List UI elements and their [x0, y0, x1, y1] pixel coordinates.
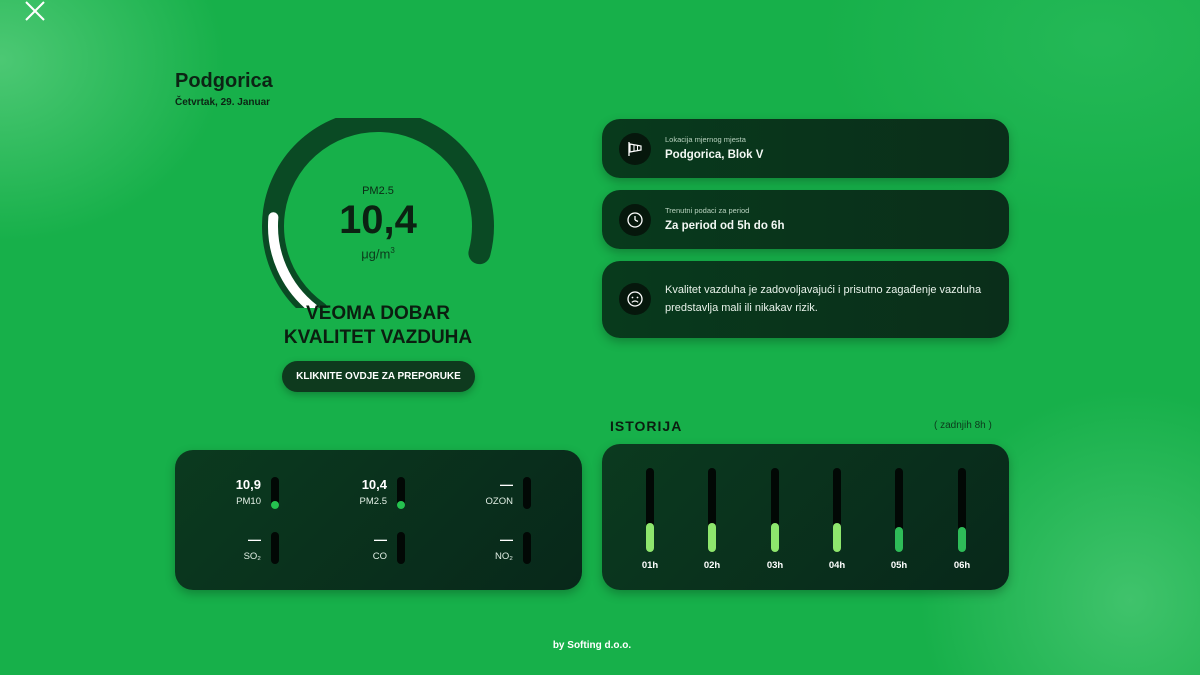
pollutant-value: — — [248, 532, 261, 547]
date-label: Četvrtak, 29. Januar — [175, 97, 271, 108]
pollutant-name: OZON — [485, 496, 513, 507]
close-icon — [25, 1, 45, 21]
quality-status: VEOMA DOBAR KVALITET VAZDUHA — [258, 302, 498, 350]
pollutant-bar — [271, 532, 279, 564]
pollutant-value: — — [374, 532, 387, 547]
close-button[interactable] — [24, 0, 46, 22]
history-hour-label: 04h — [828, 560, 846, 571]
history-bar-04h — [833, 468, 841, 552]
pollutant-bar — [523, 477, 531, 509]
history-title: ISTORIJA — [610, 418, 683, 434]
pollutant-value: 10,4 — [361, 477, 387, 492]
location-card: Lokacija mjernog mjesta Podgorica, Blok … — [602, 119, 1009, 178]
gauge-value: 10,4 — [339, 198, 417, 242]
pollutant-level-dot — [271, 501, 279, 509]
pollutant-bar — [523, 532, 531, 564]
city-title: Podgorica — [175, 70, 273, 92]
history-hour-label: 01h — [641, 560, 659, 571]
quality-line-1: VEOMA DOBAR — [306, 303, 450, 324]
location-label: Lokacija mjernog mjesta — [665, 135, 746, 144]
history-bar-01h — [646, 468, 654, 552]
history-hour-label: 03h — [766, 560, 784, 571]
history-hour-label: 02h — [703, 560, 721, 571]
pollutant-value: — — [500, 532, 513, 547]
quality-line-2: KVALITET VAZDUHA — [283, 327, 473, 348]
pollutant-level-dot — [397, 501, 405, 509]
history-bar-06h — [958, 468, 966, 552]
history-bar-02h — [708, 468, 716, 552]
description-card: Kvalitet vazduha je zadovoljavajući i pr… — [602, 261, 1009, 338]
history-bar-05h — [895, 468, 903, 552]
pollutant-name: CO — [372, 551, 387, 562]
pollutant-bar — [397, 532, 405, 564]
gauge-unit: μg/m3 — [361, 246, 395, 262]
period-label: Trenutni podaci za period — [665, 206, 750, 215]
history-subtitle: ( zadnjih 8h ) — [934, 420, 992, 431]
location-value: Podgorica, Blok V — [665, 149, 764, 161]
pollutant-value: — — [500, 477, 513, 492]
pollutant-name: SO₂ — [243, 551, 261, 562]
face-icon — [619, 283, 651, 315]
pollutants-panel: 10,9 PM10 10,4 PM2.5 — OZON — SO₂ — CO —… — [175, 450, 582, 590]
history-bar-fill — [708, 522, 716, 552]
history-bar-fill — [646, 522, 654, 552]
clock-icon — [619, 204, 651, 236]
gauge-pollutant-label: PM2.5 — [362, 185, 394, 197]
history-bar-03h — [771, 468, 779, 552]
history-hour-label: 05h — [890, 560, 908, 571]
history-bar-fill — [833, 522, 841, 552]
history-bar-fill — [771, 522, 779, 552]
pollutant-value: 10,9 — [235, 477, 261, 492]
history-bar-fill — [895, 526, 903, 552]
history-hour-label: 06h — [953, 560, 971, 571]
period-value: Za period od 5h do 6h — [665, 220, 785, 232]
pollutant-bar — [271, 477, 279, 509]
pollutant-bar — [397, 477, 405, 509]
period-card: Trenutni podaci za period Za period od 5… — [602, 190, 1009, 249]
footer-credit: by Softing d.o.o. — [552, 640, 632, 651]
description-text: Kvalitet vazduha je zadovoljavajući i pr… — [665, 284, 982, 314]
recommendations-button[interactable]: KLIKNITE OVDJE ZA PREPORUKE — [282, 361, 475, 392]
windsock-icon — [619, 133, 651, 165]
pollutant-name: PM10 — [236, 496, 261, 507]
history-bar-fill — [958, 526, 966, 552]
pollutant-name: NO₂ — [495, 551, 513, 562]
pollutant-name: PM2.5 — [359, 496, 387, 507]
history-panel: 01h 02h 03h 04h 05h 06h — [602, 444, 1009, 590]
